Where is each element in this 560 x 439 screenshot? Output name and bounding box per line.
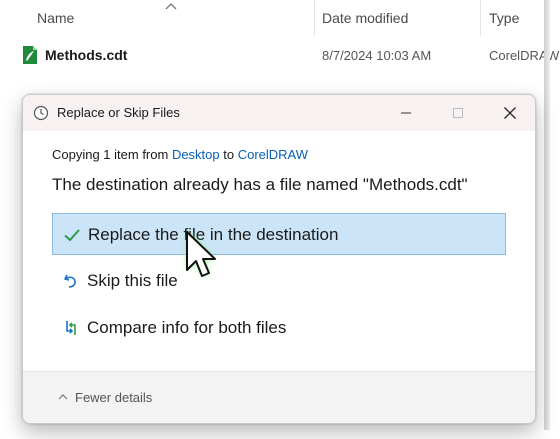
explorer-file-list: Name Date modified Type Methods.cdt 8/7/… — [0, 0, 560, 100]
close-button[interactable] — [487, 95, 533, 131]
file-name: Methods.cdt — [45, 47, 128, 63]
dialog-titlebar[interactable]: Replace or Skip Files — [23, 95, 535, 131]
conflict-message: The destination already has a file named… — [52, 175, 468, 194]
minimize-button[interactable] — [383, 95, 429, 131]
skip-option-label: Skip this file — [87, 271, 178, 290]
destination-folder-link[interactable]: CorelDRAW — [238, 147, 308, 162]
checkmark-icon — [64, 229, 80, 242]
compare-icon — [66, 321, 76, 335]
sort-chevron-icon[interactable] — [164, 1, 178, 11]
clock-icon — [33, 105, 49, 121]
column-type-header[interactable]: Type — [489, 10, 519, 26]
column-divider[interactable] — [480, 0, 481, 36]
fewer-details-label: Fewer details — [75, 390, 153, 405]
column-name-header[interactable]: Name — [37, 10, 74, 26]
minimize-icon — [401, 112, 411, 114]
dialog-footer: Fewer details — [23, 371, 535, 423]
window-edge — [544, 0, 550, 430]
skip-icon — [64, 274, 76, 288]
maximize-icon — [453, 108, 463, 118]
mouse-cursor-icon — [186, 231, 216, 277]
file-row[interactable]: Methods.cdt 8/7/2024 10:03 AM CorelDRAW — [0, 44, 560, 68]
copying-to-word: to — [219, 147, 238, 162]
fewer-details-button[interactable]: Fewer details — [57, 390, 152, 405]
source-folder-link[interactable]: Desktop — [172, 147, 220, 162]
dialog-title: Replace or Skip Files — [57, 105, 180, 120]
column-header-row: Name Date modified Type — [0, 0, 560, 36]
replace-file-option[interactable]: Replace the file in the destination — [52, 213, 506, 255]
dialog-content: Copying 1 item from Desktop to CorelDRAW… — [23, 131, 535, 371]
copying-status: Copying 1 item from Desktop to CorelDRAW — [52, 147, 308, 162]
column-date-header[interactable]: Date modified — [322, 10, 408, 26]
file-date-modified: 8/7/2024 10:03 AM — [322, 48, 432, 63]
chevron-up-icon — [58, 394, 68, 400]
column-divider[interactable] — [314, 0, 315, 36]
coreldraw-file-icon — [23, 46, 37, 64]
copying-prefix: Copying 1 item from — [52, 147, 172, 162]
compare-option-label: Compare info for both files — [87, 318, 287, 337]
screenshot-stage: Name Date modified Type Methods.cdt 8/7/… — [0, 0, 560, 439]
maximize-button[interactable] — [435, 95, 481, 131]
close-icon — [504, 107, 516, 119]
replace-skip-dialog: Replace or Skip Files Copying 1 item fro… — [22, 94, 536, 424]
compare-files-option[interactable]: Compare info for both files — [52, 307, 506, 349]
skip-file-option[interactable]: Skip this file — [52, 260, 506, 302]
